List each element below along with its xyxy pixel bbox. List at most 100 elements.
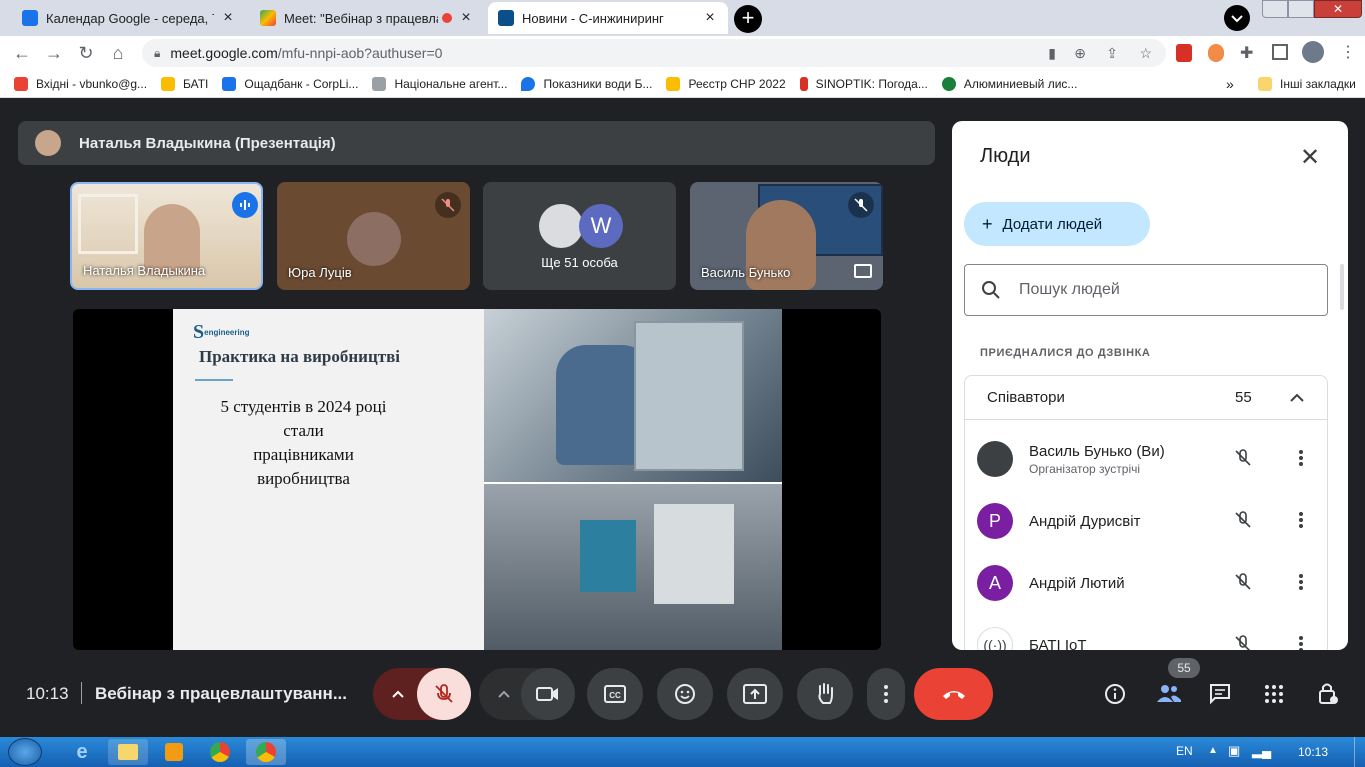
share-icon[interactable]: ⇪ [1106,45,1118,62]
participant-tile[interactable]: Юра Луців [277,182,470,290]
more-participants-tile[interactable]: W Ще 51 особа [483,182,676,290]
more-vert-icon[interactable] [1291,448,1311,468]
bookmark-item[interactable]: Реєстр СНР 2022 [666,76,786,91]
bookmark-item[interactable]: SINOPTIK: Погода... [799,76,928,91]
add-people-button[interactable]: + Додати людей [964,202,1150,246]
participant-row[interactable]: Василь Бунько (Ви) Організатор зустрічі [965,428,1325,490]
minimize-button[interactable] [1262,0,1288,18]
bookmark-item[interactable]: Ощадбанк - CorpLi... [222,76,358,91]
language-indicator[interactable]: EN [1176,744,1193,758]
group-header[interactable]: Співавтори 55 [965,376,1327,420]
extension-red-icon[interactable] [1176,44,1192,62]
participant-row[interactable]: ((·)) БАТІ IoT [965,614,1325,650]
host-controls-lock-icon[interactable] [1317,681,1339,705]
search-people-field[interactable]: Пошук людей [964,264,1328,316]
side-panel-icon[interactable] [1272,44,1288,60]
forward-button[interactable]: → [38,37,70,69]
slide-text-panel: S engineering Практика на виробництві 5 … [173,309,484,650]
chrome-active-icon[interactable] [246,739,286,765]
media-player-icon[interactable] [154,739,194,765]
tray-expand-icon[interactable]: ▲ [1208,745,1218,756]
back-button[interactable]: ← [6,37,38,69]
extension-fire-icon[interactable] [1208,44,1224,62]
chat-icon[interactable] [1209,683,1231,705]
bati-icon [161,76,176,91]
chevron-up-icon[interactable] [391,688,405,702]
bookmark-item[interactable]: БАТІ [161,76,208,91]
chrome-menu-icon[interactable]: ⋮ [1340,42,1356,62]
pip-icon[interactable] [854,264,872,278]
participants-group: Співавтори 55 Василь Бунько (Ви) Організ… [964,375,1328,650]
more-bookmarks-button[interactable]: » [1226,76,1234,92]
bookmark-item[interactable]: Національне агент... [372,76,507,91]
info-icon[interactable] [1104,683,1126,705]
meeting-title: Вебінар з працевлаштуванн... [95,684,347,703]
tab-news[interactable]: Новини - С-инжиниринг × [488,2,728,34]
participant-row[interactable]: Р Андрій Дурисвіт [965,490,1325,552]
chevron-up-icon[interactable] [1289,390,1305,406]
presenter-name: Наталья Владыкина (Презентація) [79,134,336,152]
tab-search-button[interactable] [1224,5,1250,31]
people-panel: Люди ✕ + Додати людей Пошук людей ПРИЄДН… [952,121,1348,650]
bookmarks-bar: Вхідні - vbunko@g... БАТІ Ощадбанк - Cor… [0,70,1365,98]
mic-off-icon[interactable] [1233,634,1253,650]
close-icon[interactable]: ✕ [1300,143,1320,172]
address-bar[interactable]: 🔒︎ meet.google.com /mfu-nnpi-aob?authuse… [142,39,1166,67]
new-tab-button[interactable]: + [734,5,762,33]
other-bookmarks-folder[interactable]: Інші закладки [1258,76,1356,91]
tab-meet[interactable]: Meet: "Вебінар з працевлаш × [250,2,484,34]
participant-tile[interactable]: Василь Бунько [690,182,883,290]
emoji-button[interactable] [657,668,713,720]
bookmark-star-icon[interactable]: ☆ [1139,45,1152,62]
presenter-avatar [35,130,61,156]
raise-hand-button[interactable] [797,668,853,720]
bookmark-item[interactable]: Показники води Б... [521,76,652,91]
close-tab-icon[interactable]: × [458,9,474,27]
mic-off-icon[interactable] [1233,510,1253,530]
s-engineering-icon [498,10,514,26]
network-icon[interactable]: ▣ [1228,743,1240,759]
taskbar-clock[interactable]: 10:13 [1298,745,1328,759]
profile-avatar[interactable] [1302,41,1324,63]
captions-button[interactable]: CC [587,668,643,720]
ie-icon[interactable]: e [62,739,102,765]
signal-icon[interactable]: ▂▄ [1252,743,1271,759]
reload-button[interactable]: ↻ [70,37,102,69]
participant-tile[interactable]: Наталья Владыкина [70,182,263,290]
bookmark-item[interactable]: Вхідні - vbunko@g... [14,76,147,91]
tab-calendar[interactable]: Календар Google - середа, 7 тр × [12,2,246,34]
trident-icon [372,76,387,91]
activities-icon[interactable] [1264,684,1284,704]
chrome-icon[interactable] [200,739,240,765]
extensions-puzzle-icon[interactable]: ✚ [1240,43,1253,63]
zoom-icon[interactable]: ⊕ [1074,45,1086,62]
add-people-label: Додати людей [1002,215,1103,233]
camera-icon[interactable]: ▮ [1048,45,1056,62]
maximize-button[interactable] [1288,0,1314,18]
close-tab-icon[interactable]: × [702,9,718,27]
explorer-icon[interactable] [108,739,148,765]
mic-off-icon[interactable] [1233,448,1253,468]
close-tab-icon[interactable]: × [220,9,236,27]
people-icon[interactable] [1156,682,1182,704]
start-button[interactable] [8,738,42,766]
mic-off-icon [435,684,453,703]
present-button[interactable] [727,668,783,720]
home-button[interactable]: ⌂ [102,37,134,69]
participant-row[interactable]: А Андрій Лютий [965,552,1325,614]
participant-role: Організатор зустрічі [1029,461,1141,476]
chevron-up-icon[interactable] [497,688,511,702]
close-window-button[interactable]: ✕ [1314,0,1362,18]
mic-off-icon[interactable] [1233,572,1253,592]
more-vert-icon[interactable] [1291,634,1311,650]
show-desktop-button[interactable] [1354,737,1365,767]
camera-button[interactable] [521,668,575,720]
more-vert-icon[interactable] [1291,510,1311,530]
scrollbar[interactable] [1340,264,1344,310]
more-options-button[interactable] [867,668,905,720]
bookmark-item[interactable]: Алюминиевый лис... [941,76,1077,91]
more-vert-icon[interactable] [1291,572,1311,592]
people-count-badge: 55 [1168,658,1200,678]
leave-call-button[interactable] [914,668,993,720]
mic-off-button[interactable] [417,668,471,720]
